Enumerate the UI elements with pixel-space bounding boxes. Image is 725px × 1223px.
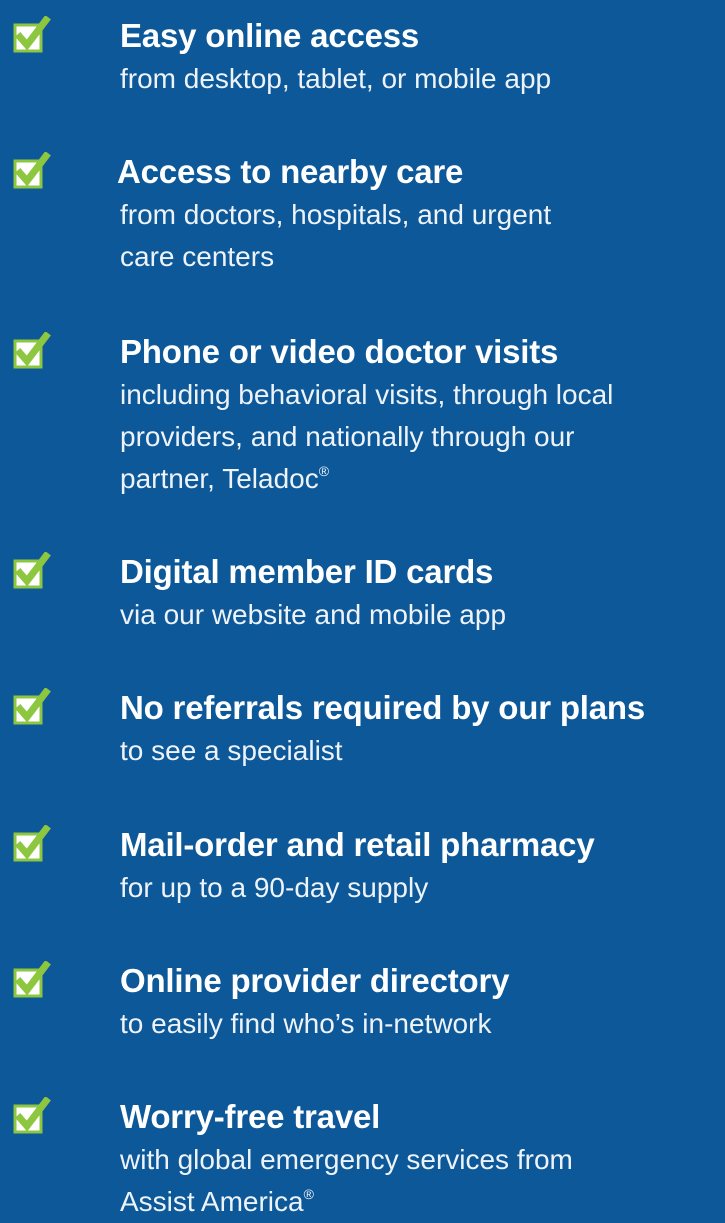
benefit-description: to easily find who’s in-network (120, 1003, 710, 1045)
benefit-description-line: from doctors, hospitals, and urgent (120, 199, 552, 230)
benefit-title: Access to nearby care (117, 153, 464, 190)
benefit-title: No referrals required by our plans (120, 689, 646, 726)
benefit-title: Phone or video doctor visits (120, 333, 559, 370)
benefit-description: with global emergency services from Assi… (120, 1139, 710, 1223)
checkbox-checked-icon (12, 825, 52, 865)
checkbox-checked-icon (12, 688, 52, 728)
benefit-title: Easy online access (120, 17, 420, 54)
benefit-description-line: providers, and nationally through our (120, 421, 575, 452)
benefit-description-line: with global emergency services from (120, 1144, 573, 1175)
benefit-description-line: for up to a 90-day supply (120, 872, 429, 903)
checkbox-checked-icon (12, 332, 52, 372)
registered-mark: ® (303, 1186, 314, 1202)
benefit-description-line: from desktop, tablet, or mobile app (120, 63, 552, 94)
benefit-description: from desktop, tablet, or mobile app (120, 58, 710, 100)
benefit-description-line: to see a specialist (120, 735, 343, 766)
benefit-description: including behavioral visits, through loc… (120, 374, 710, 500)
checkbox-checked-icon (12, 1097, 52, 1137)
checkbox-checked-icon (12, 152, 52, 192)
benefit-description-line: Assist America® (120, 1181, 710, 1223)
checkbox-checked-icon (12, 552, 52, 592)
registered-mark: ® (318, 463, 330, 479)
benefit-description: from doctors, hospitals, and urgent care… (120, 194, 710, 278)
benefit-description-line: partner, Teladoc® (120, 458, 710, 500)
benefit-title: Online provider directory (120, 962, 510, 999)
benefit-description: via our website and mobile app (120, 594, 710, 636)
checkbox-checked-icon (12, 16, 52, 56)
benefit-description-text: Assist America (120, 1186, 304, 1217)
benefit-title: Mail-order and retail pharmacy (120, 826, 595, 863)
benefit-description-text: partner, Teladoc (120, 463, 319, 494)
benefit-description-line: via our website and mobile app (120, 599, 507, 630)
benefit-description: to see a specialist (120, 730, 710, 772)
benefit-title: Digital member ID cards (120, 553, 494, 590)
benefit-description-line: care centers (120, 241, 275, 272)
benefit-description-line: including behavioral visits, through loc… (120, 379, 614, 410)
benefit-description-line: to easily find who’s in-network (120, 1008, 492, 1039)
benefit-description: for up to a 90-day supply (120, 867, 710, 909)
benefits-list: Easy online access from desktop, tablet,… (0, 0, 725, 1217)
benefit-title: Worry-free travel (120, 1098, 381, 1135)
checkbox-checked-icon (12, 961, 52, 1001)
